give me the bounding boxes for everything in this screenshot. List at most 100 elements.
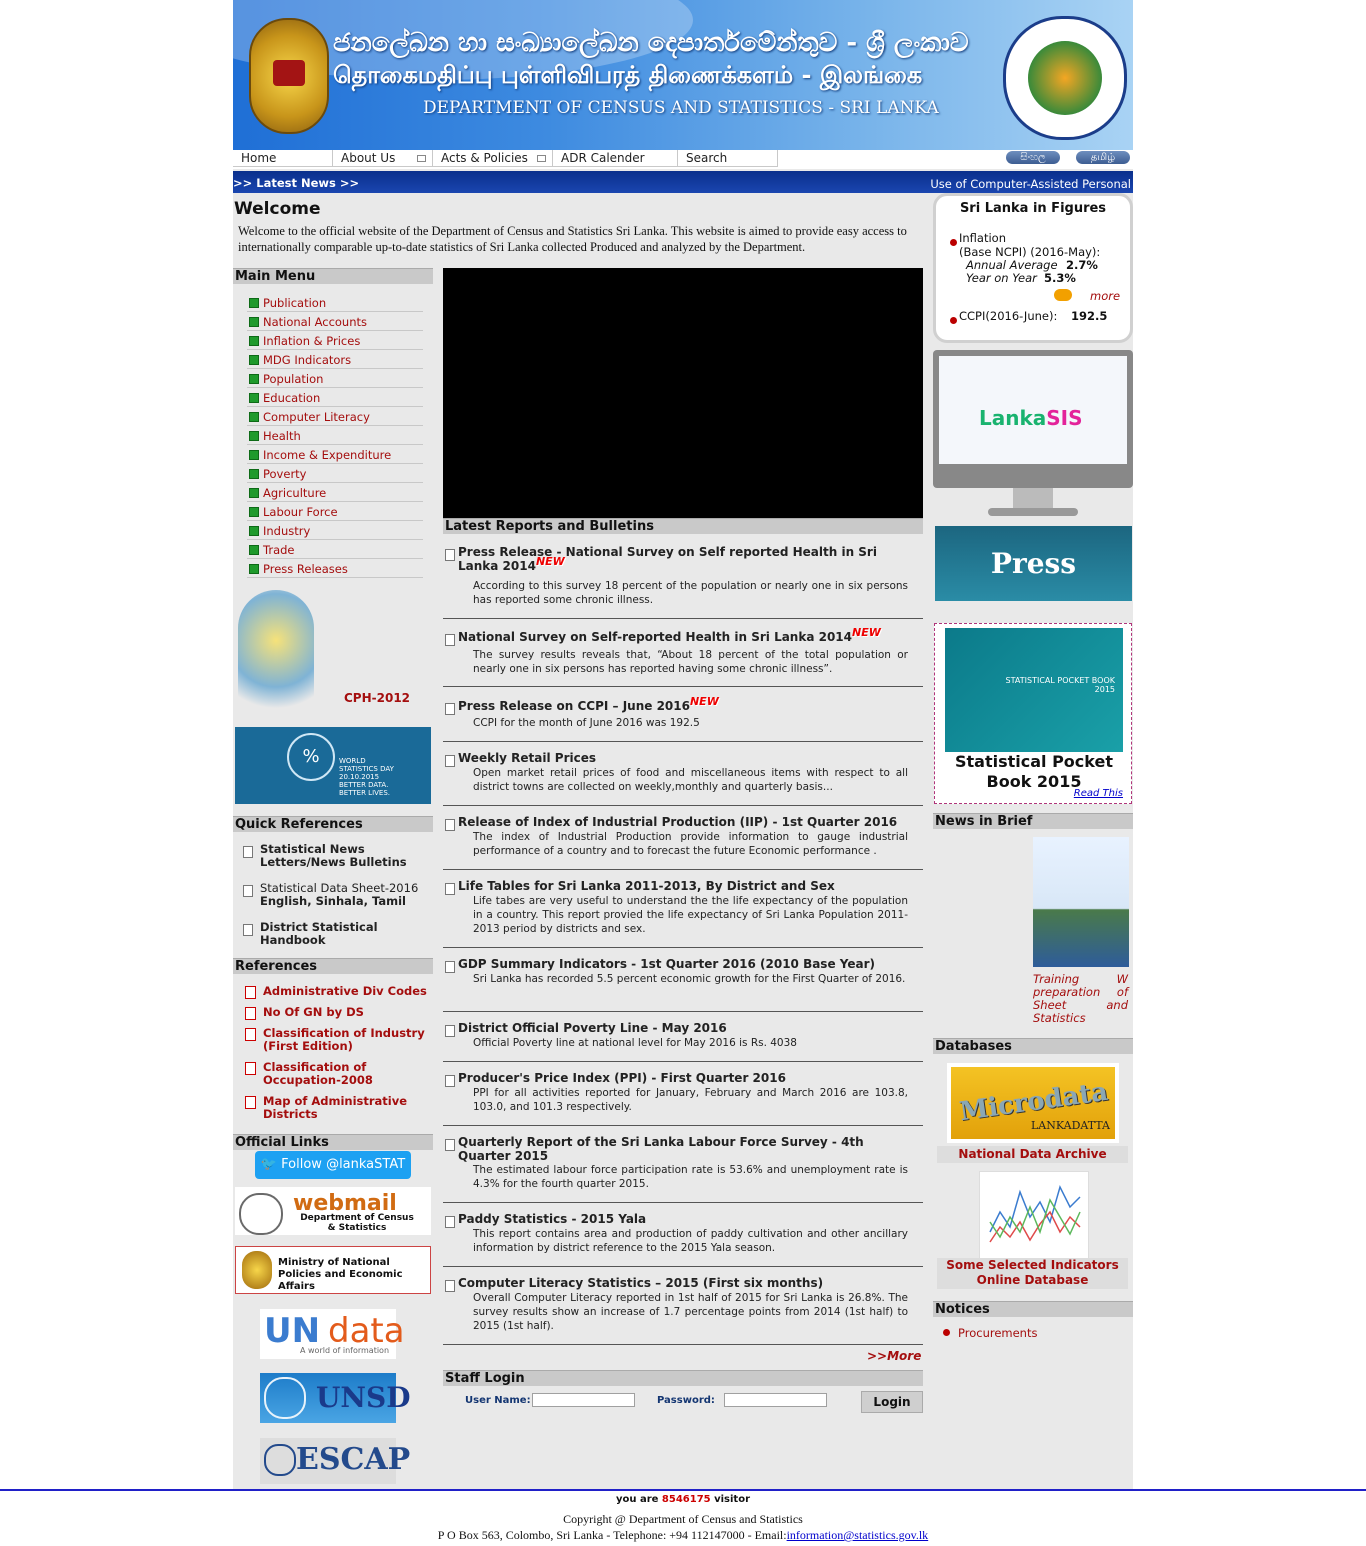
menu-item-population[interactable]: Population <box>247 369 423 388</box>
document-icon <box>445 1216 455 1228</box>
report-item[interactable]: Press Release - National Survey on Self … <box>443 545 923 619</box>
monitor-base <box>988 508 1078 516</box>
menu-item-inflation-prices[interactable]: Inflation & Prices <box>247 331 423 350</box>
press-releases-banner[interactable]: Press Releases <box>935 526 1132 655</box>
unsd-link[interactable]: UNSD <box>260 1373 411 1423</box>
copyright-text: Copyright @ Department of Census and Sta… <box>563 1512 803 1526</box>
password-input[interactable] <box>724 1393 827 1407</box>
report-item[interactable]: Computer Literacy Statistics – 2015 (Fir… <box>443 1276 923 1345</box>
training-workshop-photo[interactable] <box>1033 837 1129 967</box>
nav-about-us[interactable]: About Us <box>333 150 433 167</box>
menu-item-national-accounts[interactable]: National Accounts <box>247 312 423 331</box>
report-title-text: Press Release on CCPI – June 2016 <box>458 699 690 713</box>
report-title: Quarterly Report of the Sri Lanka Labour… <box>458 1135 864 1163</box>
news-ticker: >> Latest News >> Use of Computer-Assist… <box>233 171 1133 193</box>
menu-item-income-expenditure[interactable]: Income & Expenditure <box>247 445 423 464</box>
world-statistics-day-banner[interactable]: % WORLD STATISTICS DAY 20.10.2015 BETTER D… <box>235 727 431 804</box>
dropdown-icon <box>537 155 546 162</box>
menu-item-label: Poverty <box>263 467 307 481</box>
email-link[interactable]: information@statistics.gov.lk <box>787 1528 929 1542</box>
new-badge: NEW <box>689 695 719 708</box>
indicators-chart-thumbnail[interactable] <box>979 1171 1089 1259</box>
economic-census-logo-icon[interactable] <box>238 590 314 716</box>
menu-item-publication[interactable]: Publication <box>247 293 423 312</box>
report-title: Paddy Statistics - 2015 Yala <box>458 1212 647 1226</box>
report-title-text: National Survey on Self-reported Health … <box>458 630 853 644</box>
twitter-follow-button[interactable]: 🐦 Follow @lankaSTAT <box>255 1151 411 1179</box>
report-item[interactable]: Life Tables for Sri Lanka 2011-2013, By … <box>443 879 923 948</box>
wsd-tagline: BETTER DATA. BETTER LIVES. <box>339 781 391 797</box>
ref-label: Map of Administrative Districts <box>263 1095 407 1121</box>
ministry-link[interactable]: Ministry of National Policies and Econom… <box>235 1246 431 1294</box>
menu-item-label: Income & Expenditure <box>263 448 392 462</box>
report-item[interactable]: Release of Index of Industrial Productio… <box>443 815 923 870</box>
arrow-icon <box>249 469 259 479</box>
lankasis-banner[interactable]: LankaSIS <box>933 350 1133 520</box>
references-heading: References <box>233 958 433 974</box>
menu-item-poverty[interactable]: Poverty <box>247 464 423 483</box>
cph-link[interactable]: CPH-2012 <box>344 691 410 705</box>
official-links-heading: Official Links <box>233 1134 433 1150</box>
webmail-link[interactable]: webmail Department of Census & Statistic… <box>235 1187 431 1235</box>
lang-sinhala-button[interactable]: සිංහල <box>1006 151 1060 164</box>
nav-search[interactable]: Search <box>678 150 778 167</box>
menu-item-industry[interactable]: Industry <box>247 521 423 540</box>
report-item[interactable]: Quarterly Report of the Sri Lanka Labour… <box>443 1135 923 1203</box>
report-item[interactable]: National Survey on Self-reported Health … <box>443 626 923 687</box>
report-desc: Official Poverty line at national level … <box>473 1037 797 1049</box>
monitor-stand <box>1013 488 1053 508</box>
menu-item-label: Press Releases <box>263 562 348 576</box>
pdf-icon <box>245 1007 256 1020</box>
nav-home[interactable]: Home <box>233 150 333 167</box>
figures-more-link[interactable]: more <box>1090 289 1120 303</box>
escap-link[interactable]: ESCAP <box>260 1438 410 1484</box>
menu-item-label: Computer Literacy <box>263 410 370 424</box>
video-player[interactable] <box>443 268 923 518</box>
statistical-pocket-book-banner[interactable]: STATISTICAL POCKET BOOK 2015 Statistical… <box>934 623 1132 804</box>
wsd-text: WORLD STATISTICS DAY 20.10.2015 BETTER DAT… <box>339 757 399 797</box>
microdata-banner[interactable]: Microdata LANKADATTA <box>947 1063 1119 1143</box>
inflation-label: Inflation <box>959 231 1006 245</box>
report-item[interactable]: Paddy Statistics - 2015 Yala This report… <box>443 1212 923 1267</box>
menu-item-press-releases[interactable]: Press Releases <box>247 559 423 578</box>
report-item[interactable]: Producer's Price Index (PPI) - First Qua… <box>443 1071 923 1126</box>
ref-label: Classification of Occupation-2008 <box>263 1061 373 1087</box>
username-input[interactable] <box>532 1393 635 1407</box>
news-in-brief-text[interactable]: Training W preparation of Sheet and Stat… <box>1033 973 1128 1025</box>
selected-indicators-link[interactable]: Some Selected Indicators Online Database <box>937 1258 1128 1289</box>
menu-item-labour-force[interactable]: Labour Force <box>247 502 423 521</box>
read-this-link[interactable]: Read This <box>1074 788 1123 799</box>
more-reports-link[interactable]: >>More <box>867 1349 921 1363</box>
arrow-icon <box>249 545 259 555</box>
ref-label-line1: Classification of Industry <box>263 1026 425 1040</box>
arrow-icon <box>249 526 259 536</box>
menu-item-education[interactable]: Education <box>247 388 423 407</box>
header-banner: ජනලේඛන හා සංඛ්‍යාලේඛන දෙපාර්තමේන්තුව - ශ… <box>233 0 1133 150</box>
arrow-icon <box>249 374 259 384</box>
login-button[interactable]: Login <box>861 1391 923 1413</box>
document-icon <box>445 634 455 646</box>
report-item[interactable]: District Official Poverty Line - May 201… <box>443 1021 923 1062</box>
national-data-archive-link[interactable]: National Data Archive <box>937 1146 1128 1163</box>
arrow-icon <box>249 393 259 403</box>
menu-item-trade[interactable]: Trade <box>247 540 423 559</box>
report-item[interactable]: Weekly Retail Prices Open market retail … <box>443 751 923 806</box>
lang-tamil-button[interactable]: தமிழ் <box>1076 151 1130 164</box>
report-item[interactable]: Press Release on CCPI – June 2016NEW CCP… <box>443 695 923 742</box>
more-arrow-icon[interactable] <box>1054 289 1072 301</box>
ref-label-line1: Classification of <box>263 1060 367 1074</box>
menu-item-label: Industry <box>263 524 311 538</box>
nav-acts-policies[interactable]: Acts & Policies <box>433 150 553 167</box>
report-desc: Sri Lanka has recorded 5.5 percent econo… <box>473 973 906 985</box>
menu-item-mdg-indicators[interactable]: MDG Indicators <box>247 350 423 369</box>
document-icon <box>445 819 455 831</box>
webmail-sublabel: Department of Census & Statistics <box>300 1213 414 1233</box>
undata-link[interactable]: UN data A world of information <box>260 1309 405 1359</box>
ticker-message[interactable]: Use of Computer-Assisted Personal <box>930 177 1131 191</box>
menu-item-agriculture[interactable]: Agriculture <box>247 483 423 502</box>
header-title-english: DEPARTMENT OF CENSUS AND STATISTICS - SR… <box>423 98 939 118</box>
menu-item-computer-literacy[interactable]: Computer Literacy <box>247 407 423 426</box>
nav-adr-calender[interactable]: ADR Calender <box>553 150 678 167</box>
menu-item-health[interactable]: Health <box>247 426 423 445</box>
report-item[interactable]: GDP Summary Indicators - 1st Quarter 201… <box>443 957 923 1012</box>
